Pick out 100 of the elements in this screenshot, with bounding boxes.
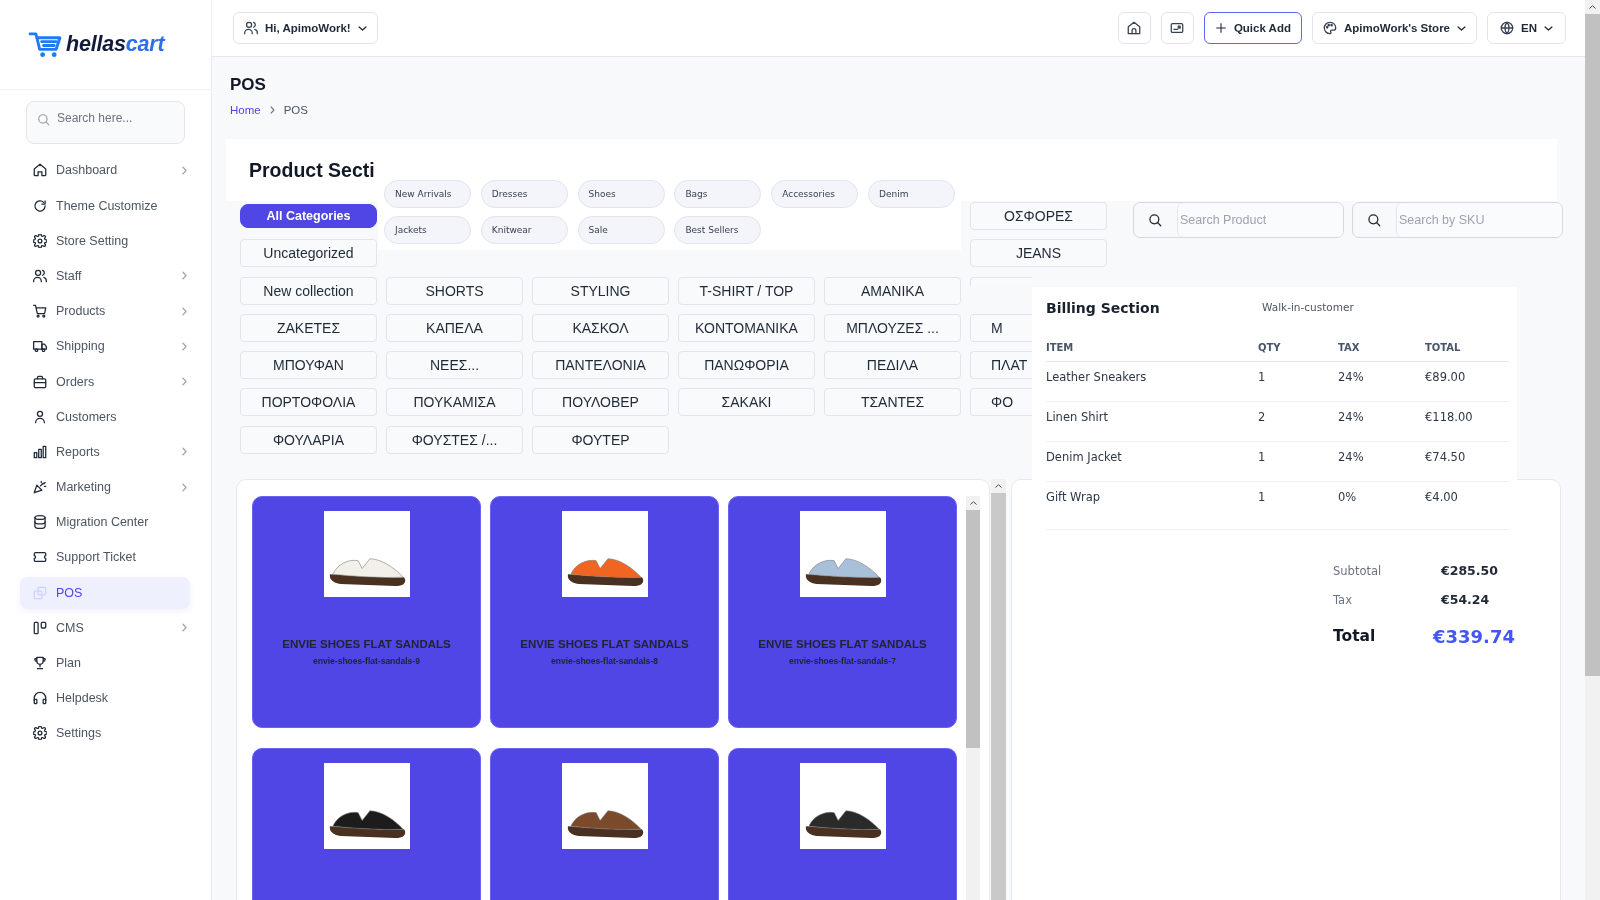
sidebar-item[interactable]: Staff (20, 259, 190, 292)
summary-label: Subtotal (1333, 563, 1383, 578)
product-slug: envie-shoes-flat-sandals-9 (313, 655, 420, 667)
customer-name: Walk-in-customer (1262, 300, 1354, 315)
quick-add-button[interactable]: Quick Add (1203, 12, 1302, 44)
chevron-down-icon (1544, 25, 1553, 31)
category-button[interactable]: JEANS (970, 239, 1107, 268)
filter-chip[interactable]: Shoes (577, 180, 665, 208)
category-button[interactable]: ΖΑΚΕΤΕΣ (240, 313, 377, 342)
category-button[interactable]: ΤΣΑΝΤΕΣ (824, 388, 961, 417)
table-cell: €89.00 (1425, 361, 1509, 402)
cart-logo-icon (28, 31, 63, 58)
category-button[interactable]: ΠΛΑΤ (970, 351, 1032, 380)
search-field[interactable]: Search by SKU (1352, 202, 1563, 238)
filter-chip[interactable]: Accessories (771, 180, 859, 208)
breadcrumb-link[interactable]: Home (230, 103, 261, 117)
users-icon (33, 268, 47, 283)
sidebar-item[interactable]: POS (20, 576, 190, 609)
scrollbar[interactable] (991, 478, 1006, 900)
sidebar-item[interactable]: Migration Center (20, 506, 190, 539)
billing-title: Billing Section (1046, 299, 1161, 317)
table-cell: Denim Jacket (1046, 441, 1258, 482)
table-cell: 24% (1338, 401, 1425, 442)
table-cell: 2 (1258, 401, 1338, 442)
category-button[interactable]: ΚΑΣΚΟΛ (532, 313, 669, 342)
sidebar-item[interactable]: Orders (20, 365, 190, 398)
card-button[interactable] (1160, 12, 1194, 44)
plus-icon (1214, 22, 1227, 34)
category-button[interactable]: Μ (970, 313, 1032, 342)
sidebar-item[interactable]: CMS (20, 611, 190, 644)
column-header: ITEM (1046, 334, 1258, 362)
category-button[interactable]: ΠΕΔΙΛΑ (824, 351, 961, 380)
category-button[interactable]: ΣΑΚΑΚΙ (678, 388, 815, 417)
scrollbar[interactable] (966, 495, 980, 900)
section-title: Product Secti (249, 158, 376, 182)
store-selector[interactable]: ApimoWork's Store (1311, 12, 1477, 44)
chevron-down-icon (357, 25, 367, 31)
category-button[interactable]: T-SHIRT / TOP (678, 276, 815, 305)
language-selector[interactable]: EN (1487, 12, 1566, 44)
scrollbar[interactable] (1585, 0, 1600, 900)
category-button[interactable]: SHORTS (386, 276, 523, 305)
filter-chip[interactable]: Denim (868, 180, 955, 208)
bar-chart-icon (33, 444, 47, 459)
database-icon (33, 515, 47, 530)
search-field[interactable]: Search here... (26, 101, 185, 144)
table-cell: €74.50 (1425, 441, 1509, 482)
category-button[interactable]: ΠΑΝΤΕΛΟΝΙΑ (532, 351, 669, 380)
account-button[interactable]: Hi, ApimoWork! (233, 12, 378, 44)
sidebar-item[interactable]: Settings (20, 717, 190, 750)
sidebar-item[interactable]: Dashboard (20, 154, 190, 187)
total-value: €339.74 (1433, 625, 1515, 647)
sidebar-item[interactable]: Reports (20, 435, 190, 468)
category-button[interactable]: ΠΑΝΩΦΟΡΙΑ (678, 351, 815, 380)
category-button[interactable]: ΜΠΟΥΦΑΝ (240, 351, 377, 380)
table-cell: 24% (1338, 361, 1425, 402)
category-button[interactable]: Uncategorized (240, 239, 377, 268)
filter-chip[interactable]: Sale (577, 216, 665, 244)
chevron-up-icon (1589, 5, 1596, 9)
category-button[interactable]: ΝΕΕΣ... (386, 351, 523, 380)
sidebar-item[interactable]: Store Setting (20, 224, 190, 257)
category-button[interactable]: New collection (240, 276, 377, 305)
sidebar-item[interactable]: Plan (20, 647, 190, 679)
sidebar-item[interactable]: Support Ticket (20, 541, 190, 574)
column-header: TAX (1338, 334, 1425, 362)
category-button[interactable]: ΜΠΛΟΥΖΕΣ ... (824, 313, 961, 342)
sidebar-item[interactable]: Helpdesk (20, 682, 190, 715)
category-button[interactable]: ΦΟ (970, 388, 1032, 417)
sidebar-item[interactable]: Theme Customize (20, 189, 190, 222)
filter-chip[interactable]: Best Sellers (674, 216, 762, 244)
category-button[interactable]: ΠΟΥΚΑΜΙΣΑ (386, 388, 523, 417)
category-button[interactable]: ΟΣΦΟΡΕΣ (970, 202, 1107, 230)
category-button[interactable]: ΠΟΡΤΟΦΟΛΙΑ (240, 388, 377, 417)
filter-chip[interactable]: Knitwear (480, 216, 568, 244)
filter-chip[interactable]: Bags (674, 180, 762, 208)
table-cell: 24% (1338, 441, 1425, 482)
category-button[interactable]: All Categories (240, 204, 377, 228)
breadcrumb-current: POS (283, 103, 308, 117)
chevron-up-icon (995, 483, 1002, 488)
category-button[interactable]: ΦΟΥΣΤΕΣ /... (386, 425, 523, 454)
filter-chip[interactable]: Jackets (384, 216, 471, 244)
category-button[interactable]: ΠΟΥΛΟΒΕΡ (532, 388, 669, 417)
column-header: QTY (1258, 334, 1338, 362)
category-button[interactable]: ΦΟΥΛΑΡΙΑ (240, 425, 377, 454)
sidebar-item[interactable]: Shipping (20, 330, 190, 363)
table-cell: Linen Shirt (1046, 401, 1258, 442)
filter-chip[interactable]: New Arrivals (384, 180, 471, 208)
category-button[interactable]: ΑΜΑΝΙΚΑ (824, 276, 961, 305)
headphones-icon (33, 691, 47, 706)
category-button[interactable]: ΚΑΠΕΛΑ (386, 313, 523, 342)
category-button[interactable]: ΚΟΝΤΟΜΑΝΙΚΑ (678, 313, 815, 342)
search-field[interactable]: Search Product (1133, 202, 1344, 238)
sidebar-item[interactable]: Customers (20, 400, 190, 433)
user-icon (33, 409, 47, 424)
search-icon (37, 113, 50, 126)
filter-chip[interactable]: Dresses (480, 180, 568, 208)
category-button[interactable]: ΦΟΥΤΕΡ (532, 425, 669, 454)
sidebar-item[interactable]: Marketing (20, 471, 190, 504)
category-button[interactable]: STYLING (532, 276, 669, 305)
sidebar-item[interactable]: Products (20, 295, 190, 328)
store-button[interactable] (1117, 12, 1151, 44)
